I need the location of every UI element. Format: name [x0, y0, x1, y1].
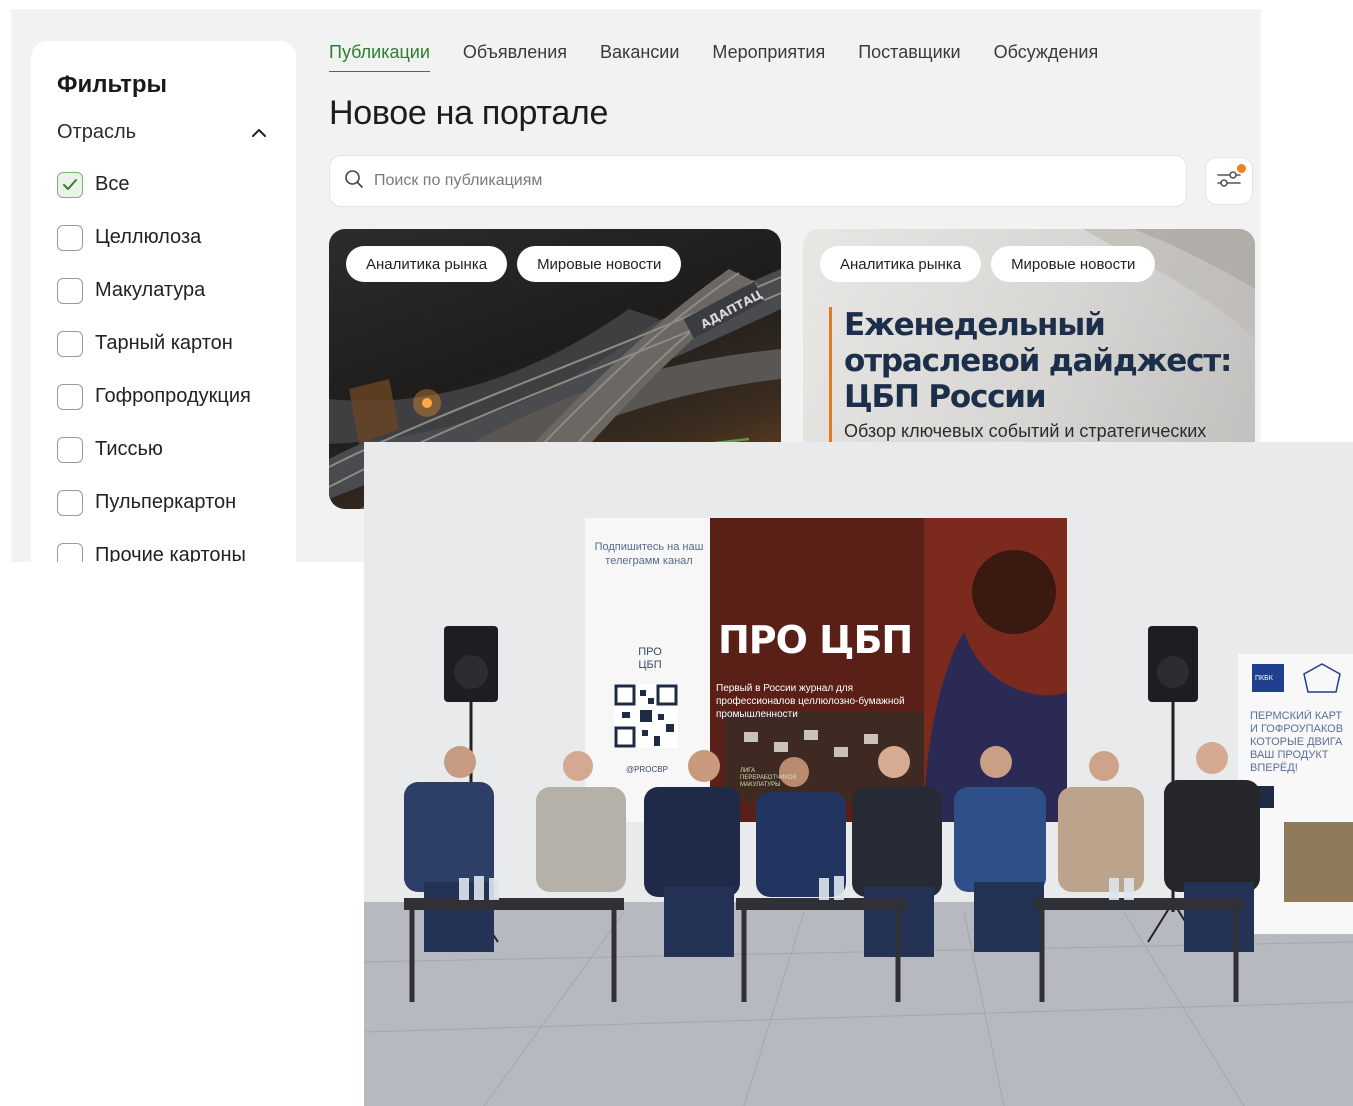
checkbox[interactable]	[57, 330, 83, 357]
notification-dot	[1237, 164, 1246, 173]
tab-item[interactable]: Поставщики	[858, 42, 960, 72]
filter-option-label: Тиссью	[95, 438, 163, 460]
checkbox[interactable]	[57, 171, 83, 198]
checkmark-icon	[63, 178, 77, 190]
tab-item[interactable]: Объявления	[463, 42, 567, 72]
digest-block: Еженедельный отраслевой дайджест: ЦБП Ро…	[829, 307, 1249, 461]
screen-logo-small: ПРО ЦБП	[638, 646, 662, 671]
banner-text: ПЕРМСКИЙ КАРТ И ГОФРОУПАКОВ КОТОРЫЕ ДВИГ…	[1250, 710, 1344, 774]
event-scene	[364, 442, 1353, 1106]
page-title: Новое на портале	[329, 94, 609, 132]
checkbox[interactable]	[57, 277, 83, 304]
card-tags: Аналитика рынка Мировые новости	[820, 246, 1156, 282]
screen-handle: @PROCBP	[626, 765, 668, 774]
checkbox[interactable]	[57, 383, 83, 410]
filter-list: Все Целлюлоза Макулатура Тарный картон Гофро…	[57, 158, 270, 562]
tab-item[interactable]: Мероприятия	[712, 42, 825, 72]
event-photo: Подпишитесь на наш телеграмм канал ПРО Ц…	[364, 442, 1353, 1106]
search-box[interactable]	[329, 155, 1187, 207]
filter-group-label: Отрасль	[57, 121, 137, 143]
filter-settings-button[interactable]	[1205, 157, 1253, 205]
search-icon	[344, 169, 364, 194]
filter-option[interactable]: Целлюлоза	[57, 211, 270, 264]
tag-chip[interactable]: Мировые новости	[517, 246, 682, 282]
screen-tagline: Первый в России журнал для профессионало…	[716, 683, 905, 720]
filter-option-label: Все	[95, 173, 130, 195]
filter-option-label: Прочие картоны	[95, 544, 246, 562]
content-tabs: Публикации Объявления Вакансии Мероприятия П…	[329, 42, 1259, 72]
checkbox[interactable]	[57, 542, 83, 562]
filter-option[interactable]: Гофропродукция	[57, 370, 270, 423]
filter-group-industry[interactable]: Отрасль	[57, 121, 270, 144]
checkbox[interactable]	[57, 489, 83, 516]
filter-option[interactable]: Все	[57, 158, 270, 211]
tag-chip[interactable]: Аналитика рынка	[820, 246, 982, 282]
digest-title: Еженедельный отраслевой дайджест: ЦБП Ро…	[844, 307, 1232, 415]
filter-option[interactable]: Макулатура	[57, 264, 270, 317]
filter-option-label: Макулатура	[95, 279, 206, 301]
screen-subscribe-text: Подпишитесь на наш телеграмм канал	[594, 541, 704, 567]
search-row	[329, 155, 1259, 207]
filter-option-label: Тарный картон	[95, 332, 233, 354]
checkbox[interactable]	[57, 436, 83, 463]
chevron-up-icon[interactable]	[248, 122, 270, 144]
search-input[interactable]	[374, 172, 1154, 190]
screen-headline: ПРО ЦБП	[718, 618, 913, 662]
filters-title: Фильтры	[57, 71, 168, 98]
card-tags: Аналитика рынка Мировые новости	[346, 246, 682, 282]
tag-chip[interactable]: Аналитика рынка	[346, 246, 508, 282]
checkbox[interactable]	[57, 224, 83, 251]
screen-sponsor: ЛИГА ПЕРЕРАБОТЧИКОВ МАКУЛАТУРЫ	[740, 768, 797, 788]
tab-item[interactable]: Обсуждения	[994, 42, 1099, 72]
filter-option[interactable]: Прочие картоны	[57, 529, 270, 562]
filter-option-label: Гофропродукция	[95, 385, 251, 407]
filter-option[interactable]: Тарный картон	[57, 317, 270, 370]
tab-item[interactable]: Публикации	[329, 42, 430, 72]
filter-option-label: Целлюлоза	[95, 226, 202, 248]
tag-chip[interactable]: Мировые новости	[991, 246, 1156, 282]
filters-panel: Фильтры Отрасль Все Целлюлоза Макулатура Та…	[31, 41, 296, 562]
filter-option-label: Пульперкартон	[95, 491, 237, 513]
tab-item[interactable]: Вакансии	[600, 42, 679, 72]
filter-option[interactable]: Тиссью	[57, 423, 270, 476]
banner-logo: ПКБК	[1255, 675, 1273, 682]
filter-option[interactable]: Пульперкартон	[57, 476, 270, 529]
